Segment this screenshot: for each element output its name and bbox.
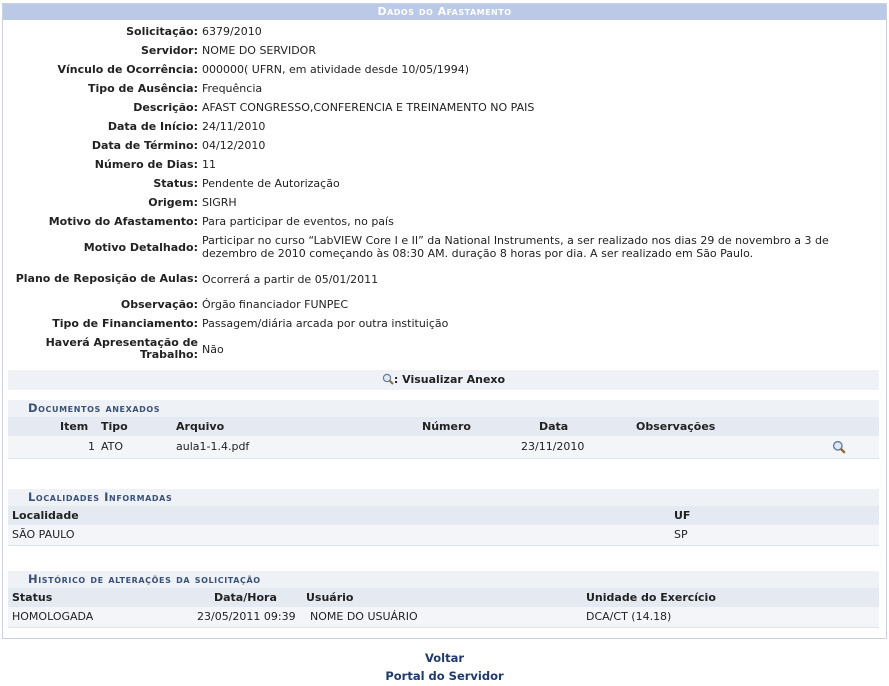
value-vinculo: 000000( UFRN, em atividade desde 10/05/1…	[202, 63, 470, 76]
label-apresentacao-trabalho: Haverá Apresentação de Trabalho:	[45, 336, 198, 361]
value-data-termino: 04/12/2010	[202, 139, 266, 152]
value-motivo-detalhado: Participar no curso “LabVIEW Core I e II…	[202, 234, 829, 260]
loc-localidade: SÃO PAULO	[12, 528, 75, 541]
label-origem: Origem:	[148, 196, 198, 209]
documentos-header: Item Tipo Arquivo Número Data Observaçõe…	[8, 417, 879, 436]
view-document-icon[interactable]	[832, 440, 846, 454]
col-data: Data	[539, 420, 569, 433]
table-row: HOMOLOGADA 23/05/2011 09:39 NOME DO USUÁ…	[8, 607, 879, 628]
value-observacao: Órgão financiador FUNPEC	[202, 298, 348, 311]
hist-usuario: NOME DO USUÁRIO	[310, 610, 418, 623]
col-status: Status	[12, 591, 53, 604]
col-usuario: Usuário	[306, 591, 354, 604]
panel-caption: Dados do Afastamento	[3, 4, 886, 20]
historico-header: Status Data/Hora Usuário Unidade do Exer…	[8, 588, 879, 607]
label-motivo-afastamento: Motivo do Afastamento:	[48, 215, 198, 228]
value-data-inicio: 24/11/2010	[202, 120, 266, 133]
loc-uf: SP	[674, 528, 688, 541]
value-solicitacao: 6379/2010	[202, 25, 262, 38]
col-arquivo: Arquivo	[176, 420, 225, 433]
historico-section: Histórico de alterações da solicitação S…	[8, 571, 879, 628]
col-uf: UF	[674, 509, 691, 522]
localidades-section: Localidades Informadas Localidade UF SÃO…	[8, 489, 879, 546]
localidades-header: Localidade UF	[8, 506, 879, 525]
doc-arquivo: aula1-1.4.pdf	[176, 440, 250, 453]
value-servidor: NOME DO SERVIDOR	[202, 44, 316, 57]
hist-status: HOMOLOGADA	[12, 610, 94, 623]
visualizar-anexo-label: : Visualizar Anexo	[393, 373, 506, 386]
col-localidade: Localidade	[12, 509, 79, 522]
label-tipo-financiamento: Tipo de Financiamento:	[52, 317, 198, 330]
label-tipo-ausencia: Tipo de Ausência:	[88, 82, 198, 95]
value-descricao: AFAST CONGRESSO,CONFERENCIA E TREINAMENT…	[202, 101, 535, 114]
label-descricao: Descrição:	[133, 101, 198, 114]
col-item: Item	[60, 420, 89, 433]
details-table: Solicitação: 6379/2010 Servidor: NOME DO S…	[3, 22, 872, 365]
label-vinculo: Vínculo de Ocorrência:	[57, 63, 198, 76]
doc-tipo: ATO	[101, 440, 124, 453]
doc-item: 1	[88, 440, 95, 453]
value-origem: SIGRH	[202, 196, 237, 209]
documentos-section: Documentos anexados Item Tipo Arquivo Nú…	[8, 400, 879, 459]
hist-unidade: DCA/CT (14.18)	[586, 610, 672, 623]
portal-link-wrap: Portal do Servidor	[0, 669, 889, 683]
label-motivo-detalhado: Motivo Detalhado:	[83, 240, 198, 254]
label-solicitacao: Solicitação:	[126, 25, 198, 38]
col-numero: Número	[422, 420, 471, 433]
label-servidor: Servidor:	[140, 44, 198, 57]
label-numero-dias: Número de Dias:	[94, 158, 198, 171]
label-plano-reposicao: Plano de Reposição de Aulas:	[15, 272, 198, 285]
value-tipo-ausencia: Frequência	[202, 82, 263, 95]
hist-datahora: 23/05/2011 09:39	[197, 610, 296, 623]
historico-title: Histórico de alterações da solicitação	[8, 571, 879, 588]
visualizar-anexo-link[interactable]: : Visualizar Anexo	[382, 373, 505, 386]
localidades-title: Localidades Informadas	[8, 489, 879, 506]
table-row: 1 ATO aula1-1.4.pdf 23/11/2010	[8, 436, 879, 459]
voltar-link[interactable]: Voltar	[425, 651, 464, 665]
table-row: SÃO PAULO SP	[8, 525, 879, 546]
portal-servidor-link[interactable]: Portal do Servidor	[385, 669, 503, 683]
value-plano-reposicao: Ocorrerá a partir de 05/01/2011	[202, 272, 379, 286]
value-motivo-afastamento: Para participar de eventos, no país	[202, 215, 394, 228]
col-unidade: Unidade do Exercício	[586, 591, 716, 604]
documentos-title: Documentos anexados	[8, 400, 879, 417]
label-data-inicio: Data de Início:	[107, 120, 198, 133]
label-observacao: Observação:	[120, 298, 198, 311]
value-status: Pendente de Autorização	[202, 177, 340, 190]
value-tipo-financiamento: Passagem/diária arcada por outra institu…	[202, 317, 449, 330]
label-status: Status:	[153, 177, 198, 190]
col-observacoes: Observações	[636, 420, 716, 433]
visualizar-anexo-bar: : Visualizar Anexo	[8, 370, 879, 390]
value-apresentacao-trabalho: Não	[202, 342, 224, 356]
label-data-termino: Data de Término:	[91, 139, 198, 152]
doc-data: 23/11/2010	[521, 440, 585, 453]
voltar-link-wrap: Voltar	[0, 651, 889, 665]
value-numero-dias: 11	[202, 158, 216, 171]
col-datahora: Data/Hora	[214, 591, 277, 604]
magnifier-icon	[382, 373, 394, 385]
col-tipo: Tipo	[101, 420, 128, 433]
